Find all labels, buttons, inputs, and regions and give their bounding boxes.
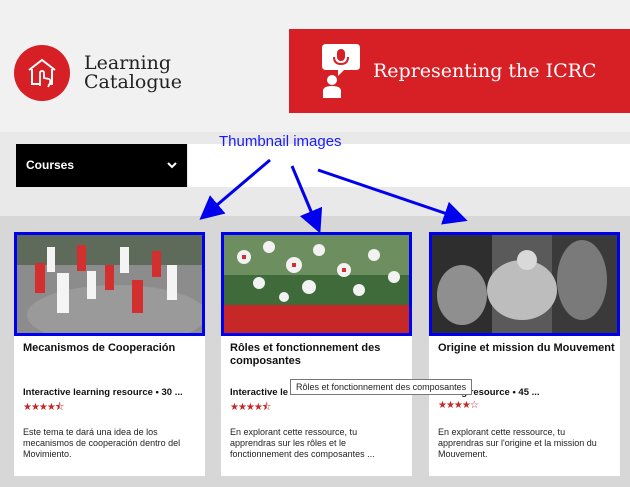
course-title[interactable]: Rôles et fonctionnement des composantes [230,342,408,368]
title-tooltip: Rôles et fonctionnement des composantes [290,379,473,395]
content-type-dropdown[interactable]: Courses [16,144,187,187]
course-title[interactable]: Origine et mission du Mouvement [438,342,616,355]
dropdown-label: Courses [26,158,75,172]
course-title[interactable]: Mecanismos de Cooperación [23,342,201,355]
logo-line-2: Catalogue [84,71,182,93]
topic-banner[interactable]: Representing the ICRC [289,29,630,113]
course-meta: Interactive learning resource • 30 ... [23,387,183,398]
banner-title: Representing the ICRC [373,60,597,82]
filter-field[interactable] [188,144,630,187]
hand-touch-icon [14,45,70,101]
chevron-down-icon [167,162,177,169]
course-card[interactable]: Origine et mission du Mouvement arning r… [429,232,620,476]
course-thumbnail[interactable] [221,232,412,336]
annotation-label: Thumbnail images [219,133,342,150]
balloons-crowd-image [224,235,409,333]
course-description: En explorant cette ressource, tu apprend… [230,427,375,459]
course-card[interactable]: Mecanismos de Cooperación Interactive le… [14,232,205,476]
star-rating: ★★★★⯪ [230,402,271,413]
star-rating: ★★★★☆ [438,400,479,411]
historical-photo-image [432,235,617,333]
course-description: En explorant cette ressource, tu apprend… [438,427,597,459]
speaker-microphone-icon [322,44,360,98]
course-card[interactable]: Rôles et fonctionnement des composantes … [221,232,412,476]
people-circle-image [17,235,202,333]
logo-text: Learning Catalogue [84,54,182,92]
catalogue-logo[interactable]: Learning Catalogue [14,45,182,101]
course-description: Este tema te dará una idea de los mecani… [23,427,181,459]
course-thumbnail[interactable] [14,232,205,336]
star-rating: ★★★★⯪ [23,402,64,413]
course-thumbnail[interactable] [429,232,620,336]
